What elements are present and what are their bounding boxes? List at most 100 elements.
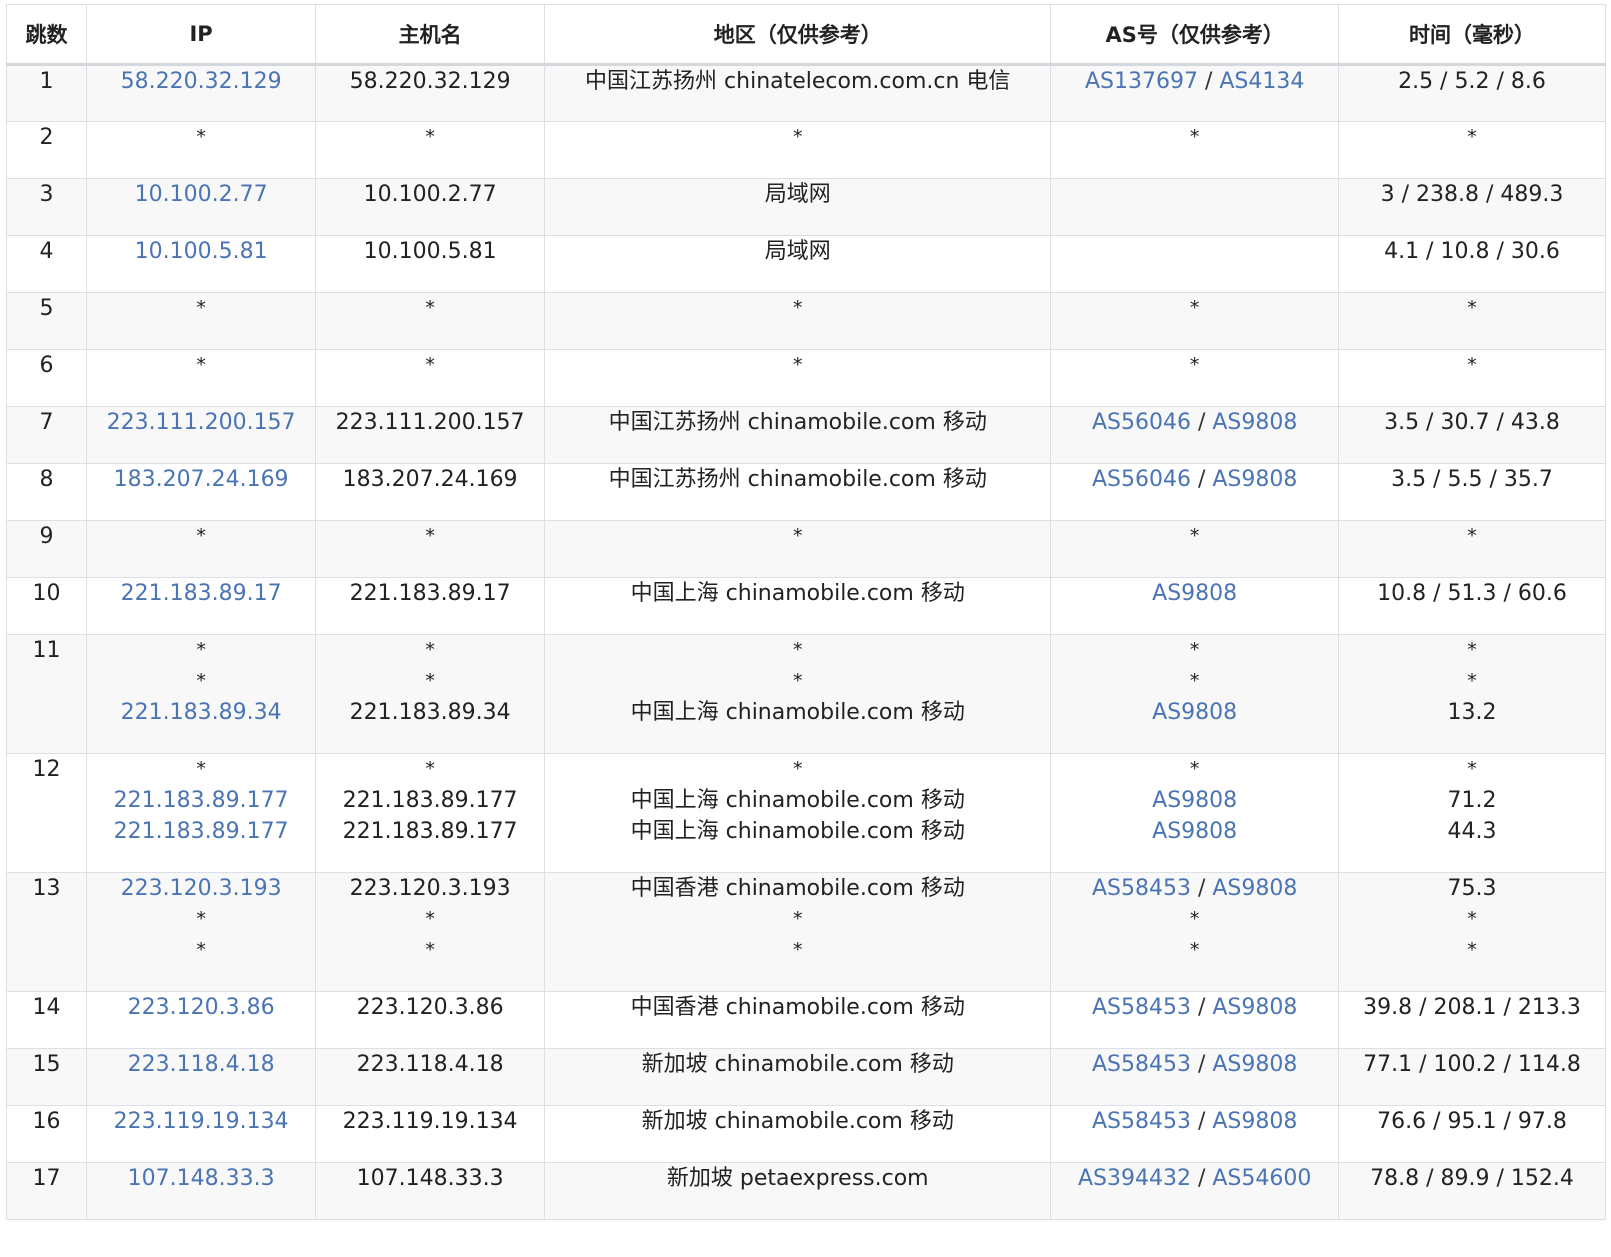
region-value: * <box>792 758 803 780</box>
hostname-value: * <box>425 939 435 961</box>
as-line: AS58453 / AS9808 <box>1051 992 1338 1023</box>
as-link[interactable]: AS137697 <box>1085 69 1198 94</box>
as-link[interactable]: AS54600 <box>1212 1166 1311 1191</box>
as-separator: / <box>1190 995 1213 1020</box>
hostname-value: * <box>425 297 435 319</box>
as-line: AS9808 <box>1051 816 1338 847</box>
as-link[interactable]: AS58453 <box>1092 995 1191 1020</box>
ip-link[interactable]: 221.183.89.177 <box>87 816 315 847</box>
region-value: * <box>792 525 803 547</box>
as-link[interactable]: AS56046 <box>1092 410 1191 435</box>
ip-link[interactable]: 223.118.4.18 <box>87 1049 315 1080</box>
as-link[interactable]: AS9808 <box>1152 819 1237 844</box>
region-value: 局域网 <box>764 182 831 207</box>
hostname-value: * <box>425 908 435 930</box>
hostname-value: 107.148.33.3 <box>356 1166 504 1191</box>
region-value: 中国上海 chinamobile.com 移动 <box>630 581 965 606</box>
ip-cell: 10.100.5.81 <box>86 235 317 293</box>
as-link[interactable]: AS9808 <box>1152 788 1237 813</box>
region-value: 中国上海 chinamobile.com 移动 <box>630 819 965 844</box>
time-value: * <box>1467 126 1477 148</box>
as-link[interactable]: AS9808 <box>1212 995 1297 1020</box>
ip-link[interactable]: 221.183.89.34 <box>87 697 315 728</box>
as-link[interactable]: AS58453 <box>1092 1109 1191 1134</box>
hostname-value: 221.183.89.34 <box>349 700 511 725</box>
ip-cell: * <box>86 349 317 407</box>
ip-link[interactable]: 223.120.3.193 <box>87 873 315 904</box>
table-row: 1 58.220.32.129 58.220.32.129 中国江苏扬州 chinat… <box>5 64 1607 122</box>
hostname-value: 58.220.32.129 <box>349 69 511 94</box>
ip-link[interactable]: 223.111.200.157 <box>87 407 315 438</box>
region-value: 新加坡 chinamobile.com 移动 <box>641 1052 954 1077</box>
as-cell: * <box>1050 349 1339 407</box>
as-value: * <box>1189 670 1200 692</box>
as-separator: / <box>1190 1052 1213 1077</box>
hop-number: 17 <box>5 1162 88 1220</box>
as-link[interactable]: AS56046 <box>1092 467 1191 492</box>
ip-link[interactable]: 10.100.5.81 <box>87 236 315 267</box>
table-row: 13 223.120.3.193 * * 223.120.3.193 * * 中国香港 chi… <box>5 872 1607 992</box>
as-separator: / <box>1190 467 1213 492</box>
as-link[interactable]: AS58453 <box>1092 1052 1191 1077</box>
ip-link[interactable]: 10.100.2.77 <box>87 179 315 210</box>
as-value: * <box>1189 126 1200 148</box>
as-link[interactable]: AS58453 <box>1092 876 1191 901</box>
ip-link[interactable]: 58.220.32.129 <box>87 66 315 97</box>
hostname-value: 223.119.19.134 <box>342 1109 518 1134</box>
table-row: 11 * * 221.183.89.34 * * 221.183.89.34 * * 中国上海 c… <box>5 634 1607 754</box>
region-cell: * <box>544 121 1052 179</box>
region-value: 中国江苏扬州 chinatelecom.com.cn 电信 <box>585 69 1011 94</box>
ip-value: * <box>196 639 206 661</box>
as-line: AS137697 / AS4134 <box>1051 66 1338 97</box>
ip-link[interactable]: 223.119.19.134 <box>87 1106 315 1137</box>
time-cell: * 71.2 44.3 <box>1337 753 1607 873</box>
ip-link[interactable]: 183.207.24.169 <box>87 464 315 495</box>
traceroute-table: 跳数 IP 主机名 地区（仅供参考） AS号（仅供参考） 时间（毫秒） 1 58.… <box>5 4 1607 1220</box>
as-link[interactable]: AS9808 <box>1212 1052 1297 1077</box>
region-cell: * <box>544 520 1052 578</box>
hostname-value: * <box>425 354 435 376</box>
header-time: 时间（毫秒） <box>1337 4 1607 66</box>
as-cell: AS58453 / AS9808 <box>1050 991 1339 1049</box>
as-line: AS58453 / AS9808 <box>1051 1049 1338 1080</box>
region-cell: 局域网 <box>544 235 1052 293</box>
time-value: 75.3 <box>1447 876 1497 901</box>
hop-number: 9 <box>5 520 88 578</box>
time-cell: 3.5 / 30.7 / 43.8 <box>1337 406 1607 464</box>
as-link[interactable]: AS394432 <box>1078 1166 1191 1191</box>
table-row: 7 223.111.200.157 223.111.200.157 中国江苏扬州 ch… <box>5 406 1607 464</box>
as-link[interactable]: AS4134 <box>1219 69 1304 94</box>
ip-link[interactable]: 221.183.89.177 <box>87 785 315 816</box>
hostname-value: 10.100.2.77 <box>363 182 497 207</box>
as-link[interactable]: AS9808 <box>1212 1109 1297 1134</box>
region-value: 中国江苏扬州 chinamobile.com 移动 <box>608 467 987 492</box>
hop-number: 11 <box>5 634 88 754</box>
as-link[interactable]: AS9808 <box>1212 467 1297 492</box>
ip-link[interactable]: 223.120.3.86 <box>87 992 315 1023</box>
as-cell: AS56046 / AS9808 <box>1050 406 1339 464</box>
table-row: 2 * * * * * <box>5 121 1607 179</box>
time-value: 3.5 / 30.7 / 43.8 <box>1384 410 1560 435</box>
as-link[interactable]: AS9808 <box>1152 700 1237 725</box>
hostname-value: 10.100.5.81 <box>363 239 497 264</box>
ip-value: * <box>196 670 206 692</box>
ip-value: * <box>196 126 206 148</box>
ip-cell: * <box>86 121 317 179</box>
as-value: * <box>1189 525 1200 547</box>
as-line: AS9808 <box>1051 785 1338 816</box>
table-row: 12 * 221.183.89.177 221.183.89.177 * 221.183.… <box>5 753 1607 873</box>
time-value: * <box>1467 939 1477 961</box>
as-cell: AS58453 / AS9808 * * <box>1050 872 1339 992</box>
as-link[interactable]: AS9808 <box>1152 581 1237 606</box>
as-link[interactable]: AS9808 <box>1212 410 1297 435</box>
hostname-value: * <box>425 639 435 661</box>
region-value: 中国上海 chinamobile.com 移动 <box>630 700 965 725</box>
as-link[interactable]: AS9808 <box>1212 876 1297 901</box>
ip-link[interactable]: 221.183.89.17 <box>87 578 315 609</box>
as-line: AS58453 / AS9808 <box>1051 1106 1338 1137</box>
ip-value: * <box>196 354 206 376</box>
ip-link[interactable]: 107.148.33.3 <box>87 1163 315 1194</box>
as-value: * <box>1189 939 1200 961</box>
header-region: 地区（仅供参考） <box>544 4 1052 66</box>
time-value: * <box>1467 297 1477 319</box>
